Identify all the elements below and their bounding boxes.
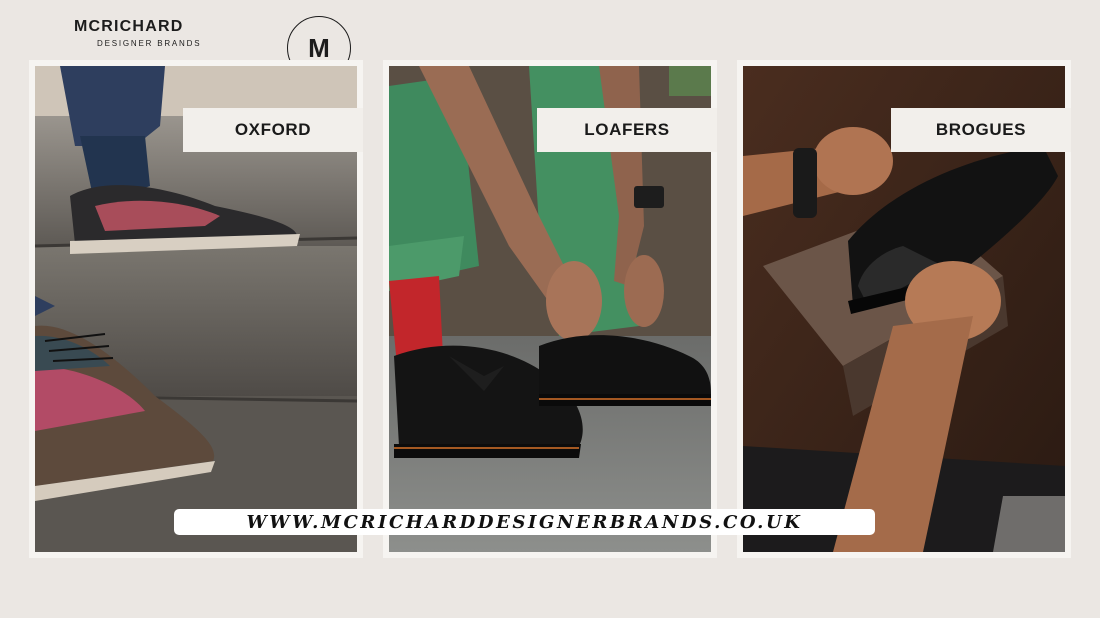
category-card-loafers[interactable]: LOAFERS	[383, 60, 717, 558]
brand-name: MCRICHARD	[74, 18, 184, 35]
brand-tagline: DESIGNER BRANDS	[97, 39, 202, 48]
category-card-oxford[interactable]: OXFORD	[29, 60, 363, 558]
category-label: BROGUES	[891, 108, 1071, 152]
category-label: LOAFERS	[537, 108, 717, 152]
website-url[interactable]: WWW.MCRICHARDDESIGNERBRANDS.CO.UK	[246, 512, 802, 533]
category-card-brogues[interactable]: BROGUES	[737, 60, 1071, 558]
category-label: OXFORD	[183, 108, 363, 152]
website-url-banner[interactable]: WWW.MCRICHARDDESIGNERBRANDS.CO.UK	[174, 509, 875, 535]
brand-logo[interactable]: MCRICHARD DESIGNER BRANDS M	[74, 16, 351, 80]
